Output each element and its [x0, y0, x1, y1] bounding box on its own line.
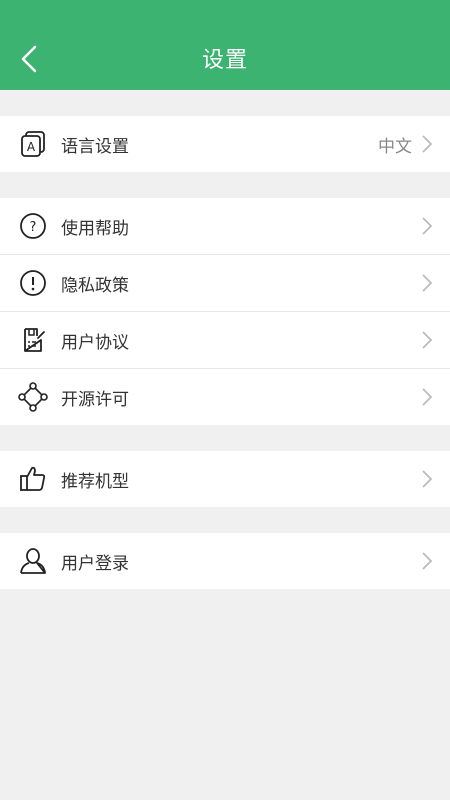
page-title: 设置: [201, 48, 248, 73]
settings-group-recommend: 推荐机型: [0, 451, 450, 507]
language-value: 中文: [378, 136, 412, 157]
chevron-right-icon: [420, 468, 434, 490]
settings-item-open-source[interactable]: 开源许可: [0, 369, 450, 425]
svg-text:?: ?: [30, 220, 37, 235]
chevron-right-icon: [420, 133, 434, 155]
settings-item-help[interactable]: ? 使用帮助: [0, 198, 450, 255]
settings-group-info: ? 使用帮助 隐私政策 用户协议 开源许可: [0, 198, 450, 425]
settings-item-label: 开源许可: [61, 389, 129, 410]
settings-item-label: 用户登录: [61, 553, 129, 574]
help-icon: ?: [17, 210, 49, 242]
chevron-right-icon: [420, 272, 434, 294]
settings-group-language: A 语言设置 中文: [0, 116, 450, 172]
settings-item-label: 推荐机型: [61, 471, 129, 492]
privacy-icon: [17, 267, 49, 299]
settings-item-label: 使用帮助: [61, 218, 129, 239]
settings-group-account: 用户登录: [0, 533, 450, 589]
chevron-right-icon: [420, 550, 434, 572]
svg-text:A: A: [27, 140, 36, 154]
user-icon: [17, 545, 49, 577]
open-source-icon: [17, 381, 49, 413]
settings-item-label: 隐私政策: [61, 275, 129, 296]
app-header: 设置: [0, 0, 450, 90]
thumbs-up-icon: [17, 463, 49, 495]
chevron-right-icon: [420, 215, 434, 237]
chevron-right-icon: [420, 386, 434, 408]
language-icon: A: [17, 128, 49, 160]
settings-item-label: 语言设置: [61, 136, 129, 157]
settings-item-label: 用户协议: [61, 332, 129, 353]
agreement-icon: [17, 324, 49, 356]
settings-item-recommended-models[interactable]: 推荐机型: [0, 451, 450, 507]
settings-item-language[interactable]: A 语言设置 中文: [0, 116, 450, 172]
settings-item-privacy[interactable]: 隐私政策: [0, 255, 450, 312]
settings-item-login[interactable]: 用户登录: [0, 533, 450, 589]
settings-item-agreement[interactable]: 用户协议: [0, 312, 450, 369]
chevron-right-icon: [420, 329, 434, 351]
